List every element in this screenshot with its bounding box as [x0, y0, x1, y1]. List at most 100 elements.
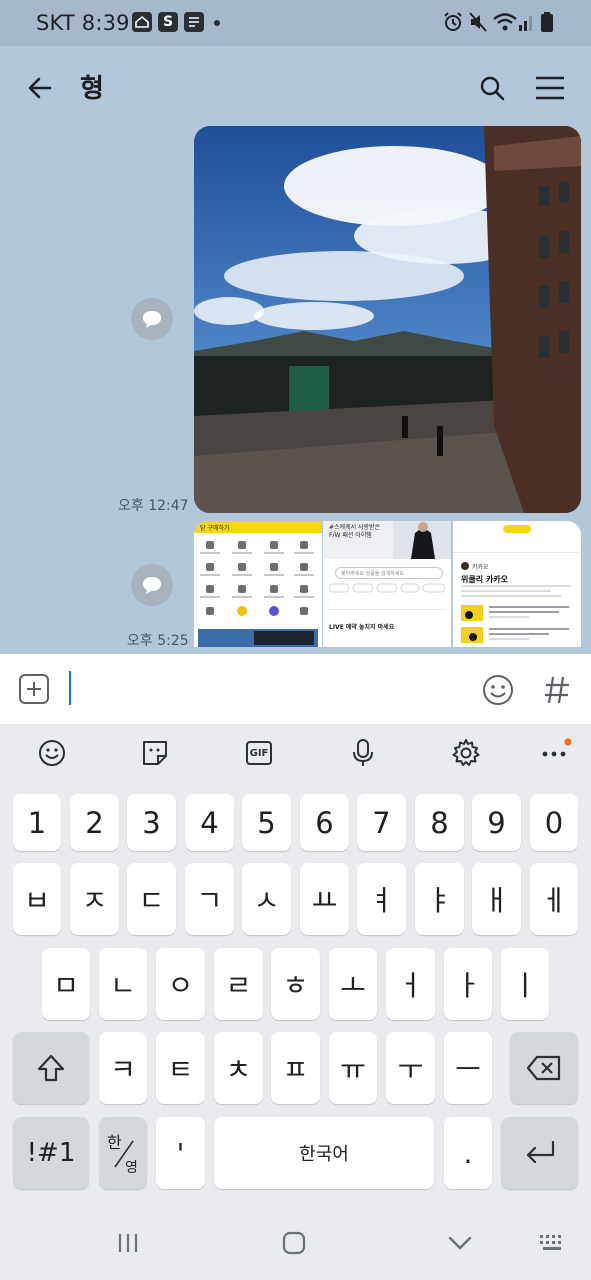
home-button[interactable] [274, 1226, 314, 1260]
key-ya[interactable]: ㅑ [415, 863, 464, 935]
shift-key[interactable] [13, 1032, 89, 1104]
apostrophe-key[interactable]: ' [156, 1117, 205, 1189]
emoji-button[interactable] [34, 736, 70, 770]
chevron-down-icon [448, 1236, 472, 1250]
battery-icon [541, 12, 553, 32]
screenshot-thumbnail-1[interactable]: 닫 구매하기 [194, 521, 322, 647]
key-mieum[interactable]: ㅁ [42, 948, 90, 1020]
keyboard-icon [540, 1235, 561, 1250]
key-eu[interactable]: ㅡ [444, 1032, 492, 1104]
key-yu[interactable]: ㅠ [329, 1032, 377, 1104]
key-0[interactable]: 0 [530, 794, 578, 851]
gif-button[interactable]: GIF [241, 736, 277, 770]
key-7[interactable]: 7 [357, 794, 406, 851]
voice-input-button[interactable] [345, 736, 381, 770]
key-a[interactable]: ㅏ [444, 948, 492, 1020]
home-notification-icon [132, 12, 152, 32]
signal-icon [519, 16, 532, 31]
key-pieup[interactable]: ㅍ [271, 1032, 320, 1104]
share-photos-button[interactable] [131, 564, 173, 606]
key-1[interactable]: 1 [13, 794, 61, 851]
share-photo-button[interactable] [131, 298, 173, 340]
key-ieung[interactable]: ㅇ [156, 948, 205, 1020]
period-key[interactable]: . [444, 1117, 492, 1189]
backspace-icon [526, 1055, 561, 1081]
hide-keyboard-button[interactable] [440, 1226, 480, 1260]
key-3[interactable]: 3 [127, 794, 176, 851]
key-8[interactable]: 8 [415, 794, 464, 851]
key-i[interactable]: ㅣ [501, 948, 549, 1020]
language-switch-key[interactable]: 한 영 [99, 1117, 147, 1189]
s-notification-icon: S [158, 12, 178, 32]
key-yeo[interactable]: ㅕ [357, 863, 406, 935]
enter-arrow-icon [526, 1140, 554, 1164]
key-kieuk[interactable]: ㅋ [99, 1032, 147, 1104]
wifi-icon [493, 13, 517, 31]
mute-icon [469, 12, 487, 32]
carrier-time: SKT 8:39 [36, 11, 130, 35]
menu-button[interactable] [528, 66, 572, 110]
app-grid-screenshot [198, 541, 318, 647]
search-icon [480, 76, 505, 101]
chat-header: 형 [0, 46, 591, 126]
search-button[interactable] [470, 66, 514, 110]
screenshot-thumbnail-2[interactable]: #스케케서 사랑받은 F/W 패션 아이템 찾아주세요 상품을 검색하세요 LI… [323, 521, 451, 647]
key-5[interactable]: 5 [242, 794, 291, 851]
speech-bubble-icon [143, 311, 161, 328]
landscape-photo [194, 126, 581, 513]
key-jieut[interactable]: ㅈ [70, 863, 119, 935]
more-options-button[interactable] [537, 736, 573, 770]
key-tieut[interactable]: ㅌ [156, 1032, 205, 1104]
home-icon [282, 1231, 306, 1255]
keyboard: GIF 1 2 3 4 5 6 7 8 9 0 ㅂ ㅈ ㄷ ㄱ ㅅ ㅛ ㅕ ㅑ … [0, 724, 591, 1204]
kakao-profile-icon [461, 562, 469, 570]
plus-square-icon [19, 674, 49, 704]
photo-message-landscape[interactable] [194, 126, 581, 513]
recent-apps-icon [118, 1234, 138, 1252]
key-o[interactable]: ㅗ [329, 948, 377, 1020]
hashtag-button[interactable] [542, 673, 572, 707]
keyboard-settings-button[interactable] [448, 736, 484, 770]
key-e[interactable]: ㅔ [530, 863, 578, 935]
thumbnail-search: 찾아주세요 상품을 검색하세요 [335, 567, 443, 579]
message-time: 오후 5:25 [127, 633, 189, 649]
backspace-key[interactable] [510, 1032, 578, 1104]
fashion-model-image [393, 521, 451, 559]
key-eo[interactable]: ㅓ [386, 948, 435, 1020]
key-digeut[interactable]: ㄷ [127, 863, 176, 935]
thumbnail-weekly-title: 위클리 카카오 [461, 575, 508, 584]
system-navigation-bar [0, 1204, 591, 1280]
symbols-key[interactable]: !#1 [13, 1117, 89, 1189]
key-siot[interactable]: ㅅ [242, 863, 291, 935]
key-9[interactable]: 9 [472, 794, 521, 851]
keyboard-toolbar: GIF [0, 724, 591, 782]
back-button[interactable] [18, 66, 62, 110]
key-yo[interactable]: ㅛ [300, 863, 349, 935]
emoticon-button[interactable] [481, 673, 515, 707]
screenshot-thumbnail-3[interactable]: 카카오 위클리 카카오 [453, 521, 581, 647]
key-giyeok[interactable]: ㄱ [185, 863, 234, 935]
gif-label: GIF [246, 741, 272, 765]
key-ae[interactable]: ㅐ [472, 863, 521, 935]
thumbnail-title: #스케케서 사랑받은 F/W 패션 아이템 [329, 524, 381, 539]
attach-button[interactable] [18, 673, 50, 705]
message-input[interactable] [66, 664, 466, 714]
thumbnail-channel: 카카오 [472, 564, 489, 571]
key-4[interactable]: 4 [185, 794, 234, 851]
key-rieul[interactable]: ㄹ [214, 948, 263, 1020]
key-bieup[interactable]: ㅂ [13, 863, 61, 935]
key-6[interactable]: 6 [300, 794, 349, 851]
sticker-button[interactable] [137, 736, 173, 770]
filter-chips [329, 583, 445, 593]
key-2[interactable]: 2 [70, 794, 119, 851]
space-bar[interactable]: 한국어 [214, 1117, 434, 1189]
keyboard-switch-button[interactable] [532, 1226, 572, 1260]
key-hieut[interactable]: ㅎ [271, 948, 320, 1020]
key-nieun[interactable]: ㄴ [99, 948, 147, 1020]
recent-apps-button[interactable] [108, 1226, 148, 1260]
gear-icon [452, 739, 480, 766]
back-arrow-icon [28, 77, 52, 99]
enter-key[interactable] [501, 1117, 578, 1189]
key-u[interactable]: ㅜ [386, 1032, 435, 1104]
key-chieut[interactable]: ㅊ [214, 1032, 263, 1104]
